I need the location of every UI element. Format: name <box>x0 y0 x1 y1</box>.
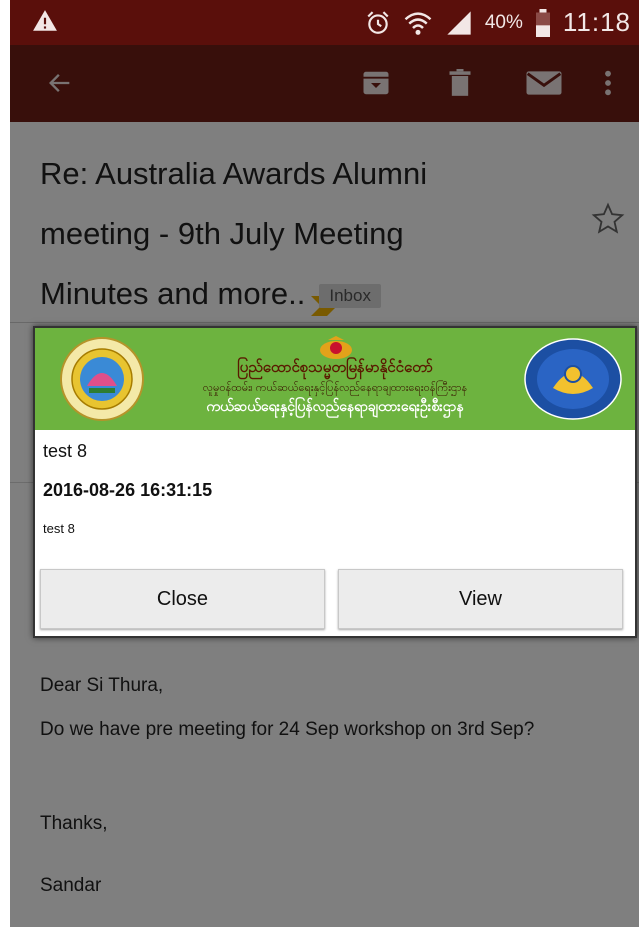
department-logo <box>59 336 145 422</box>
signal-icon <box>445 9 473 37</box>
state-emblem-icon <box>318 336 354 360</box>
resettlement-logo <box>523 338 623 420</box>
phone-screen: 40% 11:18 Re: Australia Awards Alumni me… <box>10 0 639 927</box>
close-button[interactable]: Close <box>40 569 325 629</box>
notification-timestamp: 2016-08-26 16:31:15 <box>43 480 213 500</box>
banner-title: ပြည်ထောင်စုသမ္မတမြန်မာနိုင်ငံတော် <box>237 359 433 376</box>
ministry-banner: ပြည်ထောင်စုသမ္မတမြန်မာနိုင်ငံတော် လူမှုဝ… <box>35 328 635 430</box>
wifi-icon <box>403 8 433 38</box>
status-clock: 11:18 <box>562 7 631 37</box>
notification-dialog: ပြည်ထောင်စုသမ္မတမြန်မာနိုင်ငံတော် လူမှုဝ… <box>33 326 637 638</box>
notification-title: test 8 <box>43 441 88 461</box>
banner-department: ကယ်ဆယ်ရေးနှင့်ပြန်လည်နေရာချထားရေးဦးစီးဌာ… <box>206 398 464 414</box>
notification-message: test 8 <box>43 521 75 536</box>
status-indicators: 40% 11:18 <box>365 0 631 45</box>
status-bar: 40% 11:18 <box>10 0 639 45</box>
view-button[interactable]: View <box>338 569 623 629</box>
alarm-icon <box>365 10 391 36</box>
battery-icon <box>535 8 551 37</box>
battery-percent: 40% <box>484 11 523 33</box>
banner-subtitle: လူမှုဝန်ထမ်း၊ ကယ်ဆယ်ရေးနှင့်ပြန်လည်နေရာခ… <box>202 382 468 394</box>
warning-icon <box>32 8 62 38</box>
